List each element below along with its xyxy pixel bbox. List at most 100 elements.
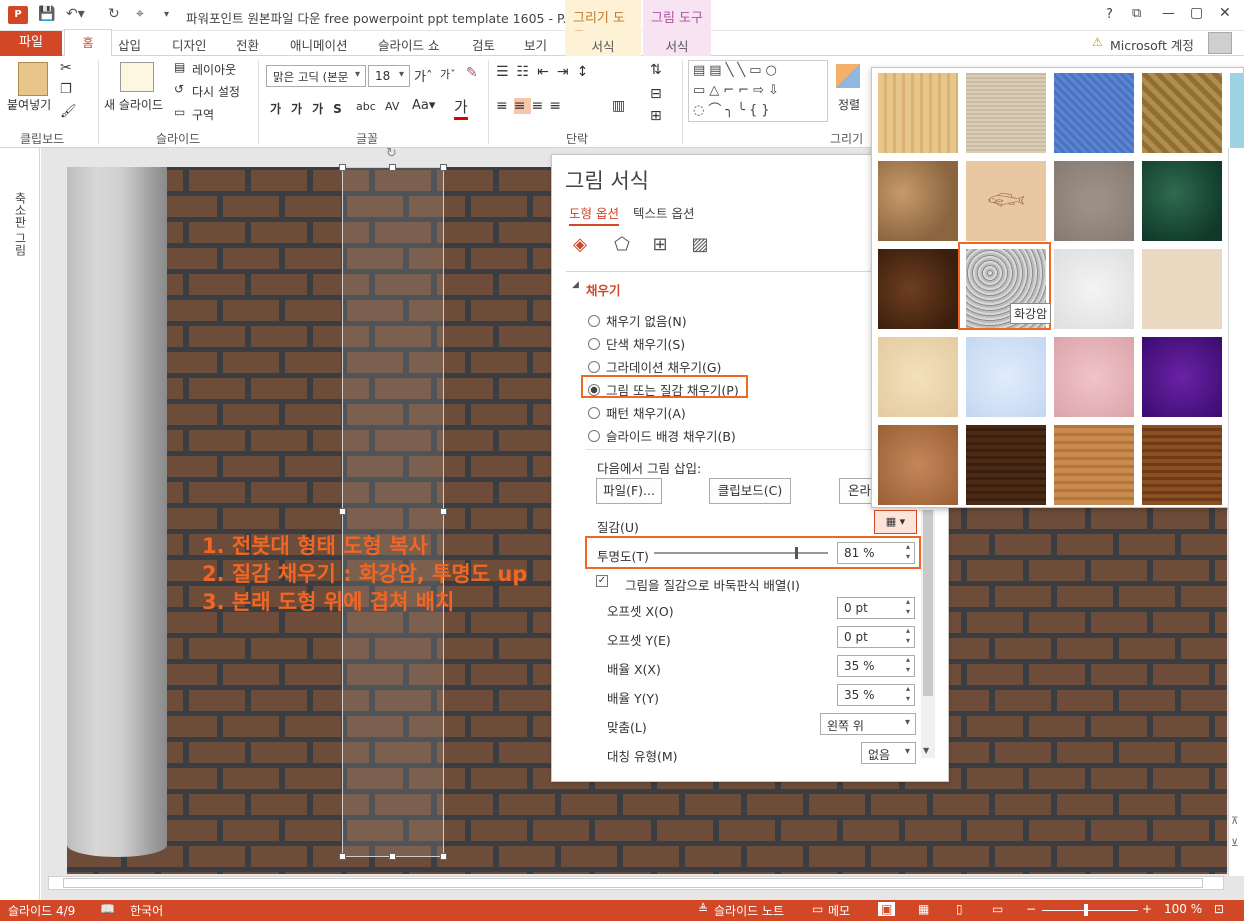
undo-icon[interactable]: ↶▾ — [66, 6, 85, 22]
new-slide-button[interactable]: 새 슬라이드 — [104, 96, 163, 113]
effects-icon[interactable]: ⬠ — [610, 233, 634, 257]
shapes-gallery[interactable]: ▤▤╲╲▭○ ▭△⌐⌐⇨⇩ ◌⌒╮╰{} — [688, 60, 828, 122]
tab-animations[interactable]: 애니메이션 — [290, 35, 348, 54]
texture-purple-mesh[interactable] — [1142, 337, 1222, 417]
texture-oak[interactable] — [1054, 425, 1134, 505]
texture-brown-marble[interactable] — [878, 249, 958, 329]
font-size-select[interactable]: 18 — [368, 65, 410, 87]
help-button[interactable]: ? — [1106, 7, 1113, 22]
scale-x-spinner[interactable]: 35 % — [837, 655, 915, 677]
cut-icon[interactable]: ✂ — [60, 60, 72, 76]
texture-paper-bag[interactable] — [878, 161, 958, 241]
tab-text-options[interactable]: 텍스트 옵션 — [633, 206, 694, 221]
tab-design[interactable]: 디자인 — [172, 35, 207, 54]
zoom-out-icon[interactable]: − — [1026, 902, 1036, 916]
arrange-icon[interactable] — [836, 64, 860, 88]
font-color-icon[interactable]: 가 — [454, 96, 468, 120]
new-slide-icon[interactable] — [120, 62, 154, 92]
format-painter-icon[interactable]: 🖌 — [60, 104, 77, 119]
texture-white-marble[interactable] — [1054, 249, 1134, 329]
slideshow-icon[interactable]: ▭ — [992, 902, 1003, 916]
close-icon[interactable]: ✕ — [1219, 5, 1231, 21]
tab-shape-options[interactable]: 도형 옵션 — [569, 206, 619, 226]
texture-walnut[interactable] — [966, 425, 1046, 505]
scroll-down-icon[interactable]: ⊻ — [1231, 838, 1238, 849]
pane-scrollbar[interactable]: ▼ — [921, 510, 935, 758]
zoom-slider-track[interactable] — [1042, 910, 1138, 911]
tab-drawing-format[interactable]: 서식 — [565, 31, 641, 56]
insert-clipboard-button[interactable]: 클립보드(C) — [709, 478, 791, 504]
ribbon-display-options-icon[interactable]: ⧉ — [1132, 6, 1141, 21]
resize-handle[interactable] — [440, 508, 447, 515]
texture-fish-fossil[interactable]: 𓆟 — [966, 161, 1046, 241]
customize-qat-icon[interactable]: ▾ — [164, 9, 169, 20]
tile-checkbox[interactable]: ✓ — [596, 575, 608, 587]
vertical-scrollbar[interactable]: ⊼ ⊻ — [1228, 148, 1244, 876]
notes-icon[interactable]: ≜ — [698, 902, 708, 916]
tab-home[interactable]: 홈 — [64, 29, 112, 57]
strikethrough-icon[interactable]: abc — [356, 100, 376, 113]
text-direction-icon[interactable]: ⇅ — [650, 62, 662, 78]
tab-slideshow[interactable]: 슬라이드 쇼 — [378, 35, 439, 54]
texture-medium-wood[interactable] — [1142, 425, 1222, 505]
texture-sand[interactable] — [1054, 161, 1134, 241]
zoom-slider-thumb[interactable] — [1084, 904, 1088, 916]
texture-woven-mat[interactable] — [1142, 73, 1222, 153]
clear-formatting-icon[interactable]: ✎ — [466, 65, 478, 81]
selected-granite-shape[interactable] — [342, 167, 444, 857]
arrange-button[interactable]: 정렬 — [838, 96, 860, 113]
change-case-icon[interactable]: Aa▾ — [412, 98, 435, 113]
mirror-type-select[interactable]: 없음 — [861, 742, 916, 764]
reading-view-icon[interactable]: ▯ — [956, 902, 963, 916]
slideshow-from-start-icon[interactable]: ⌖ — [136, 6, 144, 22]
scale-y-spinner[interactable]: 35 % — [837, 684, 915, 706]
alignment-select[interactable]: 왼쪽 위 — [820, 713, 916, 735]
shrink-font-icon[interactable]: 가ˇ — [440, 66, 456, 82]
save-icon[interactable]: 💾 — [38, 6, 55, 22]
offset-y-spinner[interactable]: 0 pt — [837, 626, 915, 648]
pole-shape[interactable] — [67, 167, 167, 857]
radio-slide-background-fill[interactable]: 슬라이드 배경 채우기(B) — [588, 426, 736, 445]
offset-x-spinner[interactable]: 0 pt — [837, 597, 915, 619]
zoom-level[interactable]: 100 % — [1164, 902, 1202, 916]
comments-icon[interactable]: ▭ — [812, 902, 823, 916]
font-name-select[interactable]: 맑은 고딕 (본문 — [266, 65, 366, 87]
tab-file[interactable]: 파일 — [0, 31, 62, 56]
layout-button[interactable]: 레이아웃 — [192, 61, 236, 78]
font-style-buttons[interactable]: 가가가S — [270, 100, 352, 117]
resize-handle[interactable] — [389, 164, 396, 171]
alignment-buttons[interactable]: ≡≡≡≡ — [496, 98, 567, 114]
paste-button[interactable]: 붙여넣기 — [7, 96, 51, 113]
maximize-icon[interactable]: ▢ — [1190, 5, 1203, 21]
tab-picture-format[interactable]: 서식 — [643, 31, 711, 56]
resize-handle[interactable] — [339, 164, 346, 171]
size-properties-icon[interactable]: ⊞ — [648, 233, 672, 257]
grow-font-icon[interactable]: 가ˆ — [414, 66, 432, 85]
zoom-in-icon[interactable]: + — [1142, 902, 1152, 916]
comments-button[interactable]: 메모 — [828, 902, 850, 919]
columns-icon[interactable]: ▥ — [612, 98, 625, 114]
align-text-icon[interactable]: ⊟ — [650, 86, 662, 102]
reset-button[interactable]: 다시 설정 — [192, 83, 240, 100]
language-indicator[interactable]: 한국어 — [130, 902, 163, 919]
texture-parchment[interactable] — [1142, 249, 1222, 329]
texture-stationery[interactable] — [878, 337, 958, 417]
texture-water-droplets[interactable] — [1230, 73, 1243, 153]
tab-review[interactable]: 검토 — [472, 35, 495, 54]
texture-dropdown-button[interactable]: ▦ ▾ — [874, 510, 917, 534]
resize-handle[interactable] — [440, 853, 447, 860]
section-button[interactable]: 구역 — [192, 106, 214, 123]
fit-to-window-icon[interactable]: ⊡ — [1214, 902, 1224, 916]
tab-insert[interactable]: 삽입 — [118, 35, 141, 54]
texture-cork[interactable] — [878, 425, 958, 505]
tab-view[interactable]: 보기 — [524, 35, 547, 54]
texture-blue-tissue[interactable] — [966, 337, 1046, 417]
pane-scrollbar-thumb[interactable] — [923, 510, 933, 696]
radio-pattern-fill[interactable]: 패턴 채우기(A) — [588, 403, 686, 422]
redo-icon[interactable]: ↻ — [108, 6, 120, 22]
paste-icon[interactable] — [18, 62, 48, 96]
fill-line-icon[interactable]: ◈ — [568, 233, 592, 257]
account-name[interactable]: Microsoft 계정 — [1110, 35, 1194, 54]
rotate-handle-icon[interactable]: ↻ — [386, 146, 397, 161]
scroll-up-icon[interactable]: ⊼ — [1231, 816, 1238, 827]
